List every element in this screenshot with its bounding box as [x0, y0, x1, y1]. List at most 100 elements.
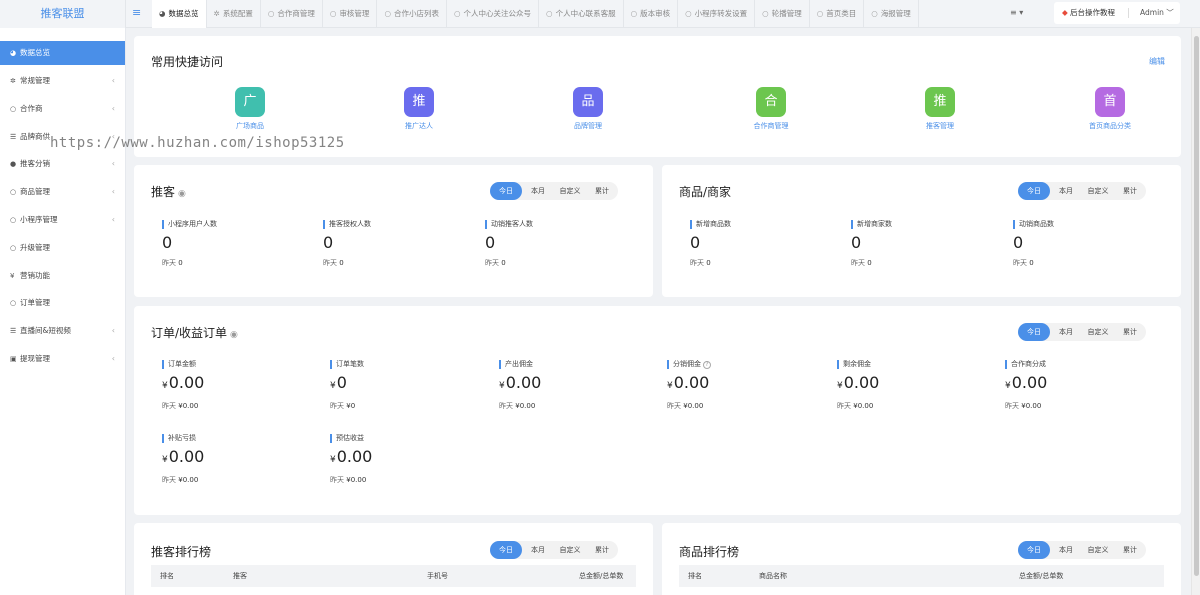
tab-10[interactable]: ○ 轮播管理	[755, 0, 810, 28]
sidebar-item-9[interactable]: ¥ 营销功能	[0, 262, 125, 290]
period-option-3[interactable]: 自定义	[1082, 182, 1114, 200]
stat-value: 0	[1013, 233, 1054, 253]
stat-block: 合作商分成 ¥0.00 昨天 ¥0.00	[1005, 360, 1047, 411]
stat-value-text: 0	[336, 373, 347, 392]
tab-6[interactable]: ○ 个人中心关注公众号	[447, 0, 540, 28]
period-option-2[interactable]: 本月	[1050, 182, 1082, 200]
tab-11[interactable]: ○ 首页类目	[810, 0, 865, 28]
quick-link-1[interactable]: 广广场商品	[215, 87, 285, 131]
tab-icon: ○	[384, 9, 391, 18]
period-option-3[interactable]: 自定义	[1082, 323, 1114, 341]
tuike-rank-header: 排名 推客 手机号 总金额/总单数	[151, 565, 636, 587]
sidebar-item-icon: ○	[10, 215, 17, 224]
col-tuike: 推客	[233, 572, 247, 580]
tab-9[interactable]: ○ 小程序转发设置	[678, 0, 756, 28]
tab-12[interactable]: ○ 海报管理	[864, 0, 919, 28]
help-icon[interactable]: ?	[703, 361, 711, 369]
eye-icon[interactable]: ◉	[178, 189, 186, 199]
period-option-4[interactable]: 累计	[1114, 182, 1146, 200]
stat-yesterday: 昨天 0	[1013, 258, 1054, 268]
stat-label: 分销佣金?	[667, 360, 711, 369]
tab-label: 首页类目	[826, 9, 857, 18]
tab-5[interactable]: ○ 合作小店列表	[377, 0, 447, 28]
admin-menu[interactable]: Admin ﹀	[1140, 2, 1174, 24]
more-menu-icon[interactable]: ≡ ▾	[1010, 8, 1023, 17]
period-option-4[interactable]: 累计	[1114, 323, 1146, 341]
period-option-1[interactable]: 今日	[1018, 541, 1050, 559]
tutorial-link[interactable]: 后台操作教程	[1070, 2, 1115, 24]
quick-link-icon[interactable]: 首	[1095, 87, 1125, 117]
period-option-2[interactable]: 本月	[1050, 541, 1082, 559]
tab-7[interactable]: ○ 个人中心联系客服	[539, 0, 624, 28]
tab-2[interactable]: ✲ 系统配置	[207, 0, 261, 28]
sidebar-item-10[interactable]: ○ 订单管理	[0, 289, 125, 317]
tab-3[interactable]: ○ 合作商管理	[261, 0, 323, 28]
stat-yesterday-label: 昨天	[323, 259, 337, 267]
period-option-1[interactable]: 今日	[490, 182, 522, 200]
quick-link-4[interactable]: 合合作商管理	[736, 87, 806, 131]
stat-label-text: 补贴亏损	[168, 434, 196, 442]
sidebar-item-12[interactable]: ▣ 提现管理 ‹	[0, 345, 125, 373]
currency-symbol: ¥	[162, 381, 168, 391]
tuike-rank-card: 推客排行榜 今日 本月 自定义 累计 排名 推客 手机号 总金额/总单数	[134, 523, 653, 595]
page-scrollbar[interactable]	[1191, 28, 1200, 595]
stat-value: ¥0.00	[330, 447, 372, 470]
edit-link[interactable]: 编辑	[1149, 56, 1165, 67]
period-option-3[interactable]: 自定义	[554, 541, 586, 559]
sidebar-item-2[interactable]: ✲ 常规管理 ‹	[0, 67, 125, 95]
chevron-icon: ‹	[111, 187, 115, 197]
quick-link-icon[interactable]: 推	[925, 87, 955, 117]
period-option-1[interactable]: 今日	[490, 541, 522, 559]
stat-yesterday-label: 昨天	[485, 259, 499, 267]
stat-block: 剩余佣金 ¥0.00 昨天 ¥0.00	[837, 360, 879, 411]
stat-block: 动销推客人数 0 昨天 0	[485, 220, 533, 268]
quick-link-icon[interactable]: 推	[404, 87, 434, 117]
stat-label-text: 小程序用户人数	[168, 220, 217, 228]
goods-period-switch: 今日 本月 自定义 累计	[1018, 182, 1146, 200]
tab-4[interactable]: ○ 审核管理	[323, 0, 378, 28]
chevron-icon: ‹	[111, 353, 115, 363]
stat-yesterday-label: 昨天	[162, 476, 176, 484]
tab-8[interactable]: ○ 版本审核	[624, 0, 679, 28]
quick-link-2[interactable]: 推推广达人	[384, 87, 454, 131]
sidebar-item-6[interactable]: ○ 商品管理 ‹	[0, 178, 125, 206]
stat-value: ¥0.00	[837, 373, 879, 396]
quick-link-icon[interactable]: 合	[756, 87, 786, 117]
stat-yesterday: 昨天 0	[485, 258, 533, 268]
period-option-1[interactable]: 今日	[1018, 182, 1050, 200]
stat-label-text: 预估收益	[336, 434, 364, 442]
sidebar-item-icon: ¥	[10, 271, 15, 280]
menu-toggle-icon[interactable]: ≡	[132, 6, 141, 20]
tab-label: 个人中心联系客服	[555, 9, 616, 18]
period-option-1[interactable]: 今日	[1018, 323, 1050, 341]
app-logo[interactable]: 推客联盟	[0, 0, 126, 28]
period-option-4[interactable]: 累计	[1114, 541, 1146, 559]
sidebar-item-11[interactable]: ☰ 直播间&短视频 ‹	[0, 317, 125, 345]
period-option-2[interactable]: 本月	[1050, 323, 1082, 341]
period-option-3[interactable]: 自定义	[554, 182, 586, 200]
eye-icon[interactable]: ◉	[230, 330, 238, 340]
sidebar-item-icon: ✲	[10, 77, 16, 85]
stat-block: 分销佣金? ¥0.00 昨天 ¥0.00	[667, 360, 711, 411]
sidebar-item-icon: ●	[10, 160, 17, 169]
period-option-2[interactable]: 本月	[522, 541, 554, 559]
quick-link-5[interactable]: 推推客管理	[905, 87, 975, 131]
sidebar-item-1[interactable]: ◕ 数据总览	[0, 41, 125, 65]
quick-link-icon[interactable]: 广	[235, 87, 265, 117]
quick-link-3[interactable]: 品品牌管理	[553, 87, 623, 131]
period-option-3[interactable]: 自定义	[1082, 541, 1114, 559]
period-option-4[interactable]: 累计	[586, 541, 618, 559]
tab-1[interactable]: ◕ 数据总览	[152, 0, 207, 28]
stat-yesterday: 昨天 ¥0	[330, 401, 364, 411]
period-option-4[interactable]: 累计	[586, 182, 618, 200]
stat-value-text: 0	[162, 233, 173, 252]
quick-link-icon[interactable]: 品	[573, 87, 603, 117]
stat-yesterday-label: 昨天	[690, 259, 704, 267]
sidebar-item-5[interactable]: ● 推客分销 ‹	[0, 150, 125, 178]
sidebar-item-7[interactable]: ○ 小程序管理 ‹	[0, 206, 125, 234]
sidebar-item-3[interactable]: ○ 合作商 ‹	[0, 95, 125, 123]
sidebar-item-8[interactable]: ○ 升级管理	[0, 234, 125, 262]
period-option-2[interactable]: 本月	[522, 182, 554, 200]
scrollbar-thumb[interactable]	[1194, 36, 1199, 576]
quick-link-6[interactable]: 首首页商品分类	[1075, 87, 1145, 131]
